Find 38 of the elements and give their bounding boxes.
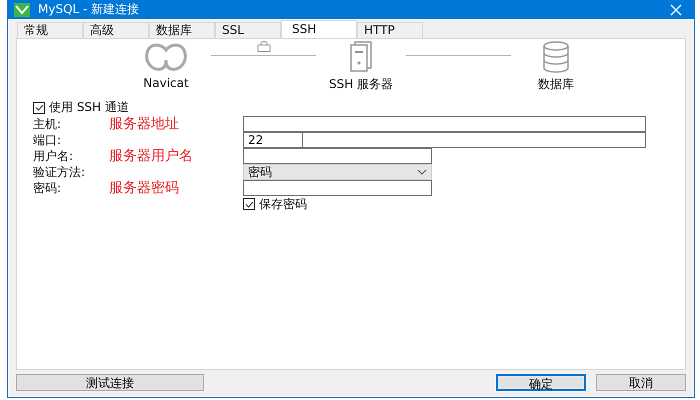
tab[interactable]: SSL (215, 22, 281, 38)
port-field[interactable]: 22 (243, 132, 303, 148)
field-label: 用户名: (33, 148, 74, 164)
input-field[interactable] (303, 132, 646, 148)
node-label: 数据库 (538, 76, 574, 93)
server-icon (349, 41, 373, 73)
field-label: 密码: (33, 180, 62, 196)
app-logo-icon (14, 2, 30, 16)
input-field[interactable] (243, 148, 432, 164)
dialog-button[interactable]: 取消 (596, 374, 686, 391)
annotation-text: 服务器用户名 (109, 148, 193, 164)
annotation-text: 服务器密码 (109, 180, 179, 196)
lock-icon (256, 41, 270, 52)
field-label: 主机: (33, 116, 62, 132)
annotation-text: 服务器地址 (109, 116, 179, 132)
tab[interactable]: 常规 (17, 22, 83, 38)
close-icon[interactable] (670, 4, 682, 16)
window-title: MySQL - 新建连接 (38, 1, 140, 18)
chevron-down-icon (417, 169, 427, 175)
database-icon (542, 41, 570, 73)
node-label: Navicat (143, 76, 189, 90)
checkbox[interactable] (243, 198, 255, 210)
input-field[interactable] (243, 116, 646, 132)
dropdown[interactable]: 密码 (243, 164, 432, 180)
checkbox-label: 使用 SSH 通道 (49, 99, 129, 116)
node-label: SSH 服务器 (328, 76, 394, 93)
checkbox-label: 保存密码 (259, 196, 307, 212)
field-label: 验证方法: (33, 164, 86, 180)
input-field[interactable] (243, 180, 432, 196)
dialog-button[interactable]: 测试连接 (16, 374, 204, 391)
navicat-logo-icon (143, 41, 189, 73)
tab[interactable]: 数据库 (149, 22, 215, 38)
tab[interactable]: 高级 (83, 22, 149, 38)
tab[interactable]: SSH (281, 20, 357, 38)
field-label: 端口: (33, 132, 62, 148)
tab[interactable]: HTTP (357, 22, 423, 38)
checkbox[interactable] (33, 102, 45, 114)
dialog-button[interactable]: 确定 (496, 374, 586, 391)
